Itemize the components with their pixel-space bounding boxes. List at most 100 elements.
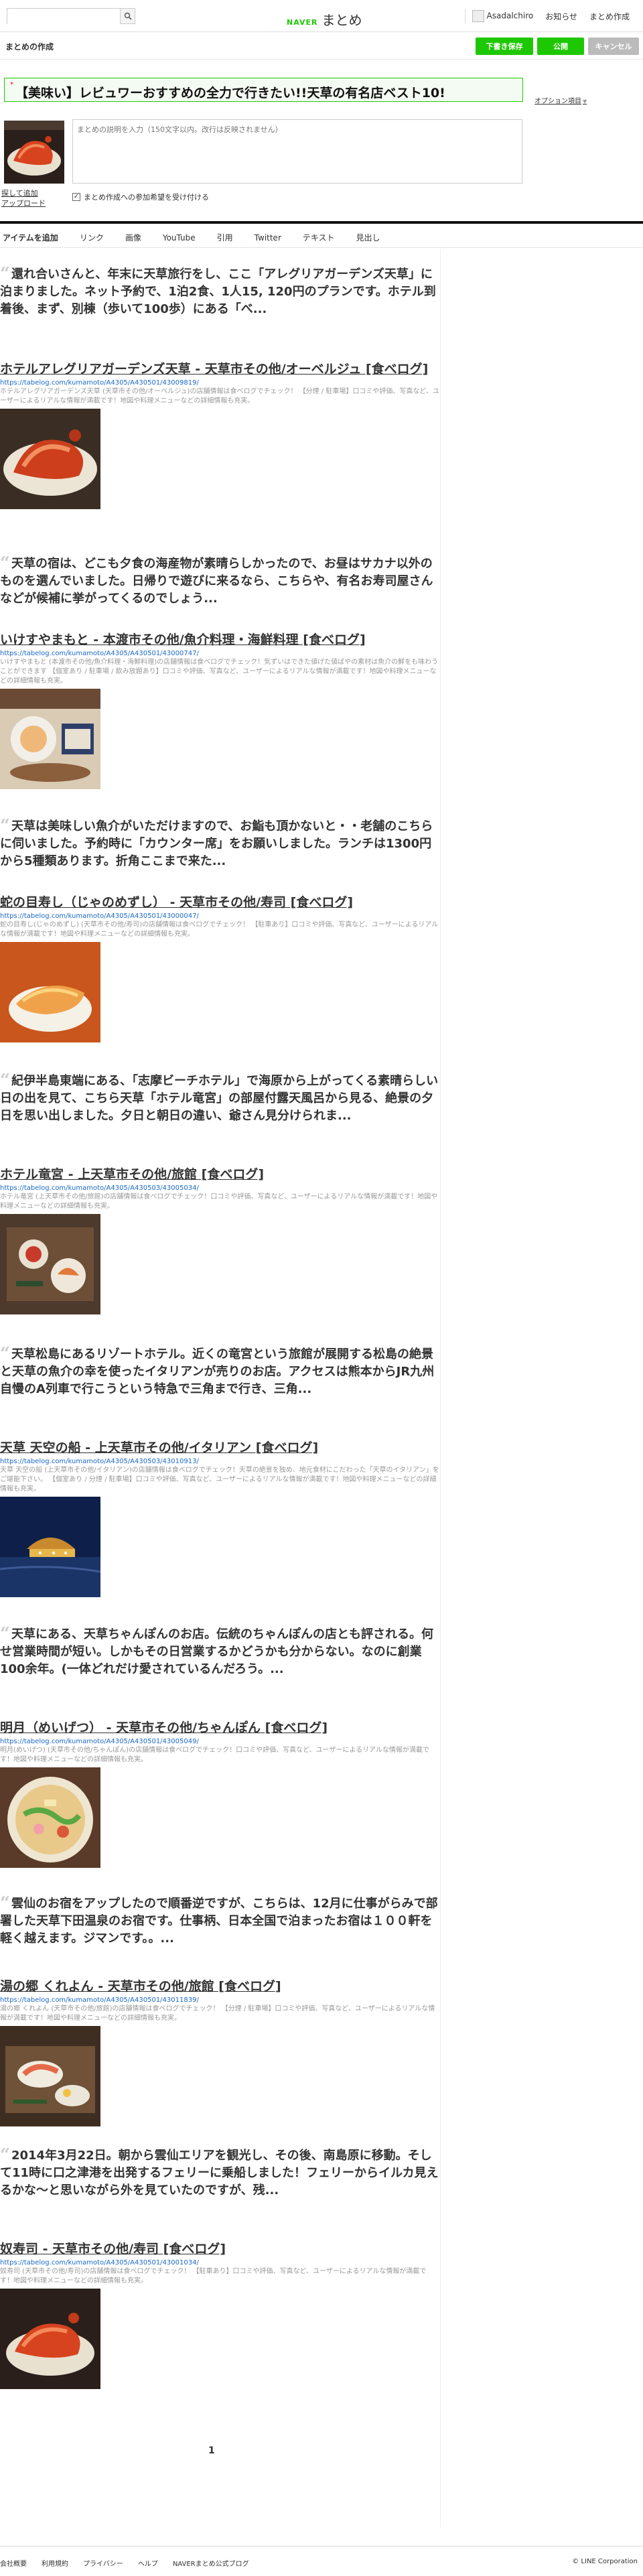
link-url[interactable]: https://tabelog.com/kumamoto/A4305/A4305… [0, 912, 439, 920]
link-thumbnail[interactable] [0, 2289, 100, 2389]
quote-text: 天草の宿は、どこも夕食の海産物が素晴らしかったので、お昼はサカナ以外のものを選ん… [0, 557, 433, 606]
tab-twitter[interactable]: Twitter [244, 233, 292, 243]
quote-text: 2014年3月22日。朝から雲仙エリアを観光し、その後、南島原に移動。そして11… [0, 2149, 439, 2197]
link-description: 天草 天空の船 (上天草市その他/イタリアン)の店舗情報は食べログでチェック！天… [0, 1467, 439, 1493]
quote-text: 雲仙のお宿をアップしたので順番逆ですが、こちらは、12月に仕事がらみで部署した天… [0, 1897, 438, 1946]
chevron-down-icon: ▼ [583, 98, 587, 105]
logo-naver-text: NAVER [287, 18, 318, 27]
link-thumbnail[interactable] [0, 1497, 100, 1597]
thumbnail-image[interactable] [4, 121, 64, 184]
link-url[interactable]: https://tabelog.com/kumamoto/A4305/A4305… [0, 1738, 439, 1745]
create-matome-link[interactable]: まとめ作成 [589, 11, 630, 22]
link-thumbnail[interactable] [0, 2026, 100, 2126]
footer-link-blog[interactable]: NAVERまとめ公式ブログ [173, 2558, 249, 2568]
footer-link-help[interactable]: ヘルプ [138, 2558, 158, 2568]
link-description: ホテルアレグリアガーデンズ天草 (天草市その他/オーベルジュ)の店舗情報は食べロ… [0, 388, 439, 405]
link-title[interactable]: ホテルアレグリアガーデンズ天草 - 天草市その他/オーベルジュ [食べログ] [0, 362, 439, 377]
footer-link-privacy[interactable]: プライバシー [83, 2558, 123, 2568]
naver-matome-logo[interactable]: NAVER まとめ [287, 9, 362, 29]
participation-checkbox[interactable]: ✓ [72, 193, 80, 201]
quote-item[interactable]: “天草の宿は、どこも夕食の海産物が素晴らしかったので、お昼はサカナ以外のものを選… [0, 555, 439, 608]
tab-heading[interactable]: 見出し [346, 232, 391, 243]
quote-text: 天草は美味しい魚介がいただけますので、お鮨も頂かないと・・老舗のこちらに伺いまし… [0, 819, 433, 868]
tab-text[interactable]: テキスト [292, 232, 346, 243]
link-title[interactable]: ホテル竜宮 - 上天草市その他/旅館 [食べログ] [0, 1167, 439, 1182]
top-bar: NAVER まとめ Asadalchiro お知らせ まとめ作成 [0, 0, 643, 32]
quote-item[interactable]: “天草松島にあるリゾートホテル。近くの竜宮という旅館が展開する松島の絶景と天草の… [0, 1345, 439, 1398]
matome-title-field[interactable]: * 【美味い】レビュワーおすすめの全力で行きたい!!天草の有名店ベスト10! [4, 78, 523, 102]
link-item: ホテル竜宮 - 上天草市その他/旅館 [食べログ] https://tabelo… [0, 1167, 439, 1314]
link-thumbnail[interactable] [0, 1767, 100, 1868]
link-item: 蛇の目寿し（じゃのめずし） - 天草市その他/寿司 [食べログ] https:/… [0, 895, 439, 1042]
link-thumbnail[interactable] [0, 1214, 100, 1314]
description-box [72, 119, 522, 184]
link-title[interactable]: 湯の郷 くれよん - 天草市その他/旅館 [食べログ] [0, 1979, 439, 1994]
link-description: 湯の郷 くれよん (天草市その他/旅館)の店舗情報は食べログでチェック！ 【分煙… [0, 2005, 435, 2022]
footer-links: 会社概要 利用規約 プライバシー ヘルプ NAVERまとめ公式ブログ [0, 2558, 249, 2568]
add-item-tabs: アイテムを追加 リンク 画像 YouTube 引用 Twitter テキスト 見… [0, 228, 643, 248]
link-url[interactable]: https://tabelog.com/kumamoto/A4305/A4305… [0, 1996, 439, 2004]
quote-item[interactable]: “還れ合いさんと、年末に天草旅行をし、ここ「アレグリアガーデンズ天草」に泊まりま… [0, 265, 439, 318]
find-image-link[interactable]: 探して追加 [1, 188, 46, 198]
search-input[interactable] [7, 9, 120, 24]
link-title[interactable]: 明月（めいげつ） - 天草市その他/ちゃんぽん [食べログ] [0, 1720, 439, 1736]
link-thumbnail[interactable] [0, 689, 100, 789]
quote-mark-icon: “ [0, 1071, 10, 1091]
quote-mark-icon: “ [0, 1624, 10, 1644]
tab-add-item[interactable]: アイテムを追加 [0, 232, 69, 243]
footer-link-company[interactable]: 会社概要 [0, 2558, 27, 2568]
link-item: いけすやまもと - 本渡市その他/魚介料理・海鮮料理 [食べログ] https:… [0, 632, 439, 789]
user-menu: Asadalchiro お知らせ まとめ作成 [464, 9, 630, 23]
pagination-current[interactable]: 1 [208, 2445, 215, 2456]
quote-text: 紀伊半島東端にある、「志摩ビーチホテル」で海原から上がってくる素晴らしい日の出を… [0, 1074, 439, 1123]
search-button[interactable] [120, 9, 135, 23]
link-title[interactable]: 蛇の目寿し（じゃのめずし） - 天草市その他/寿司 [食べログ] [0, 895, 439, 910]
tab-quote[interactable]: 引用 [206, 232, 244, 243]
link-thumbnail[interactable] [0, 409, 100, 509]
search-box [7, 8, 135, 24]
quote-item[interactable]: “2014年3月22日。朝から雲仙エリアを観光し、その後、南島原に移動。そして1… [0, 2147, 439, 2199]
save-draft-button[interactable]: 下書き保存 [476, 38, 533, 55]
participation-option[interactable]: ✓ まとめ作成への参加希望を受け付ける [72, 192, 209, 202]
avatar [472, 10, 484, 22]
link-description: 蛇の目寿し(じゃのめずし) (天草市その他/寿司)の店舗情報は食べログでチェック… [0, 921, 439, 938]
tab-youtube[interactable]: YouTube [152, 233, 206, 243]
matome-title-text: 【美味い】レビュワーおすすめの全力で行きたい!!天草の有名店ベスト10! [15, 86, 445, 100]
required-mark: * [10, 81, 13, 88]
link-url[interactable]: https://tabelog.com/kumamoto/A4305/A4305… [0, 650, 439, 657]
quote-item[interactable]: “紀伊半島東端にある、「志摩ビーチホテル」で海原から上がってくる素晴らしい日の出… [0, 1072, 439, 1125]
edit-toolbar: まとめの作成 下書き保存 公開 キャンセル [0, 33, 643, 60]
link-description: ホテル竜宮 (上天草市その他/旅館)の店舗情報は食べログでチェック！口コミや評価… [0, 1193, 438, 1210]
tab-link[interactable]: リンク [69, 232, 115, 243]
upload-image-link[interactable]: アップロード [1, 198, 46, 208]
user-profile-link[interactable]: Asadalchiro [472, 10, 534, 22]
link-title[interactable]: いけすやまもと - 本渡市その他/魚介料理・海鮮料理 [食べログ] [0, 632, 439, 648]
footer-link-terms[interactable]: 利用規約 [42, 2558, 68, 2568]
quote-mark-icon: “ [0, 553, 10, 573]
publish-button[interactable]: 公開 [537, 38, 584, 55]
quote-item[interactable]: “雲仙のお宿をアップしたので順番逆ですが、こちらは、12月に仕事がらみで部署した… [0, 1895, 439, 1948]
link-url[interactable]: https://tabelog.com/kumamoto/A4305/A4305… [0, 379, 439, 387]
link-url[interactable]: https://tabelog.com/kumamoto/A4305/A4305… [0, 1458, 439, 1465]
link-url[interactable]: https://tabelog.com/kumamoto/A4305/A4305… [0, 1184, 439, 1192]
quote-mark-icon: “ [0, 264, 10, 284]
link-title[interactable]: 奴寿司 - 天草市その他/寿司 [食べログ] [0, 2242, 439, 2257]
link-item: 奴寿司 - 天草市その他/寿司 [食べログ] https://tabelog.c… [0, 2242, 439, 2389]
tab-image[interactable]: 画像 [115, 232, 152, 243]
cancel-button[interactable]: キャンセル [588, 38, 639, 55]
quote-text: 天草にある、天草ちゃんぽんのお店。伝統のちゃんぽんの店とも評される。何せ営業時間… [0, 1627, 433, 1676]
notice-link[interactable]: お知らせ [545, 11, 577, 22]
option-items-link[interactable]: オプション項目 ▼ [534, 95, 587, 105]
link-item: 明月（めいげつ） - 天草市その他/ちゃんぽん [食べログ] https://t… [0, 1720, 439, 1868]
description-input[interactable] [73, 120, 522, 183]
quote-item[interactable]: “天草は美味しい魚介がいただけますので、お鮨も頂かないと・・老舗のこちらに伺いま… [0, 817, 439, 870]
link-item: 天草 天空の船 - 上天草市その他/イタリアン [食べログ] https://t… [0, 1440, 439, 1597]
footer: 会社概要 利用規約 プライバシー ヘルプ NAVERまとめ公式ブログ © LIN… [0, 2546, 643, 2576]
link-thumbnail[interactable] [0, 942, 100, 1042]
user-name: Asadalchiro [486, 11, 534, 21]
link-title[interactable]: 天草 天空の船 - 上天草市その他/イタリアン [食べログ] [0, 1440, 439, 1456]
link-url[interactable]: https://tabelog.com/kumamoto/A4305/A4305… [0, 2259, 439, 2266]
quote-mark-icon: “ [0, 1893, 10, 1913]
quote-item[interactable]: “天草にある、天草ちゃんぽんのお店。伝統のちゃんぽんの店とも評される。何せ営業時… [0, 1625, 439, 1678]
page-title: まとめの作成 [5, 42, 54, 52]
